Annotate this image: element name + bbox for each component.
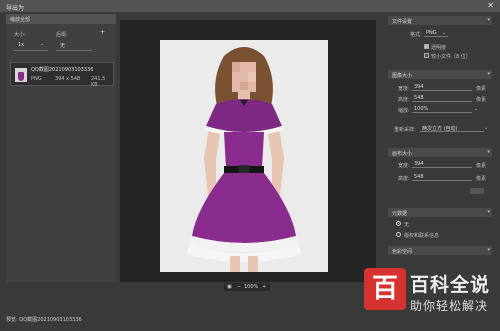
resample-dropdown-icon[interactable]: ⌄ bbox=[484, 125, 488, 131]
zoom-in-icon[interactable]: + bbox=[262, 284, 266, 290]
canvas-height-unit: 像素 bbox=[476, 176, 487, 182]
close-icon[interactable]: ✕ bbox=[487, 1, 494, 10]
collapse-icon[interactable]: ▾ bbox=[487, 247, 490, 253]
scale-select[interactable]: 100% bbox=[412, 106, 472, 113]
resample-select[interactable]: 两次立方 (自动) bbox=[420, 125, 484, 132]
color-space-header[interactable]: 色彩空间 ▾ bbox=[388, 246, 492, 255]
asset-name: QQ截图20210903103336 bbox=[31, 67, 94, 73]
metadata-title: 元数据 bbox=[392, 211, 408, 217]
image-height-label: 高度: bbox=[398, 97, 410, 103]
canvas-width-input[interactable]: 394 bbox=[412, 161, 472, 168]
canvas-height-input[interactable]: 548 bbox=[412, 174, 472, 181]
scale-label: 缩放: bbox=[398, 108, 410, 114]
size-label: 大小: bbox=[14, 32, 26, 38]
smaller-file-label: 较小文件（8 位） bbox=[431, 54, 471, 60]
reset-button[interactable] bbox=[470, 188, 484, 194]
asset-format: PNG bbox=[31, 76, 42, 82]
collapse-icon[interactable]: ▾ bbox=[487, 17, 490, 23]
scale-all-header: 缩放全部 bbox=[6, 14, 116, 24]
metadata-copyright-radio[interactable] bbox=[396, 232, 401, 237]
window-titlebar: 导出为 ✕ bbox=[0, 0, 500, 12]
transparency-label: 透明度 bbox=[431, 45, 447, 51]
zoom-out-icon[interactable]: − bbox=[237, 284, 241, 290]
canvas-size-header[interactable]: 画布大小 ▾ bbox=[388, 148, 492, 157]
window-title: 导出为 bbox=[6, 5, 25, 12]
suffix-underline bbox=[56, 50, 92, 51]
image-height-unit: 像素 bbox=[476, 97, 487, 103]
scale-all-label: 缩放全部 bbox=[10, 17, 31, 23]
smaller-file-checkbox[interactable] bbox=[424, 53, 429, 58]
fit-icon[interactable]: ▣ bbox=[227, 284, 232, 290]
add-scale-icon[interactable]: + bbox=[100, 29, 105, 36]
transparency-checkbox[interactable] bbox=[424, 44, 429, 49]
file-settings-header[interactable]: 文件设置 ▾ bbox=[388, 16, 492, 25]
color-space-title: 色彩空间 bbox=[392, 249, 413, 255]
image-height-input[interactable]: 548 bbox=[412, 95, 472, 102]
watermark-logo: 百 bbox=[364, 268, 406, 310]
canvas-size-title: 画布大小 bbox=[392, 151, 413, 157]
resample-label: 重新采样: bbox=[394, 127, 416, 133]
left-panel: 缩放全部 大小: 1x ⌄ 后缀: 无 + QQ截图20210903103336… bbox=[6, 14, 116, 282]
zoom-level: 100% bbox=[244, 284, 259, 290]
suffix-label: 后缀: bbox=[56, 32, 68, 38]
asset-filesize: 241.5 KB bbox=[91, 76, 106, 88]
preview-photo bbox=[160, 40, 328, 272]
format-label: 格式: bbox=[410, 32, 422, 38]
asset-dimensions: 394 x 548 bbox=[55, 76, 81, 82]
collapse-icon[interactable]: ▾ bbox=[487, 149, 490, 155]
suffix-input[interactable]: 无 bbox=[60, 42, 65, 49]
collapse-icon[interactable]: ▾ bbox=[487, 209, 490, 215]
preview-canvas bbox=[160, 40, 328, 272]
watermark-subtitle: 助你轻松解决 bbox=[410, 299, 489, 313]
size-underline bbox=[14, 50, 48, 51]
image-width-unit: 像素 bbox=[476, 86, 487, 92]
format-dropdown-icon[interactable]: ⌄ bbox=[442, 30, 446, 36]
size-select[interactable]: 1x bbox=[18, 42, 24, 48]
canvas-height-label: 高度: bbox=[398, 176, 410, 182]
canvas-width-label: 宽度: bbox=[398, 163, 410, 169]
zoom-bar: ▣ − 100% + bbox=[224, 283, 270, 291]
metadata-copyright-label: 版权和联系信息 bbox=[404, 233, 440, 239]
canvas-width-unit: 像素 bbox=[476, 163, 487, 169]
image-size-header[interactable]: 图像大小 ▾ bbox=[388, 70, 492, 79]
preview-area bbox=[120, 20, 376, 282]
size-dropdown-icon[interactable]: ⌄ bbox=[40, 41, 44, 47]
image-width-input[interactable]: 394 bbox=[412, 84, 472, 91]
asset-thumbnail bbox=[15, 68, 27, 82]
watermark-title: 百科全说 bbox=[410, 274, 491, 296]
footer-info: 预览: QQ截图20210903103336 bbox=[6, 317, 82, 323]
scale-dropdown-icon[interactable]: ⌄ bbox=[474, 106, 478, 112]
watermark: 百 百科全说 助你轻松解决 bbox=[364, 267, 500, 331]
file-settings-title: 文件设置 bbox=[392, 19, 413, 25]
metadata-header[interactable]: 元数据 ▾ bbox=[388, 208, 492, 217]
collapse-icon[interactable]: ▾ bbox=[487, 71, 490, 77]
asset-item[interactable]: QQ截图20210903103336 PNG 394 x 548 241.5 K… bbox=[10, 62, 114, 88]
image-width-label: 宽度: bbox=[398, 86, 410, 92]
metadata-none-label: 无 bbox=[404, 222, 410, 228]
metadata-none-radio[interactable] bbox=[396, 221, 401, 226]
image-size-title: 图像大小 bbox=[392, 73, 413, 79]
